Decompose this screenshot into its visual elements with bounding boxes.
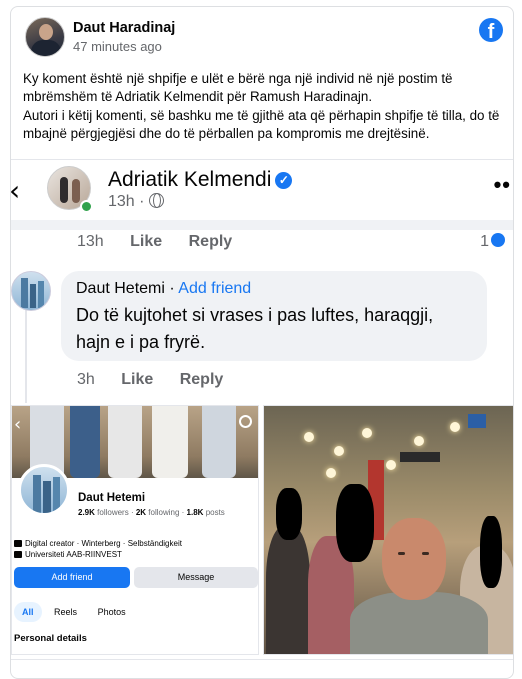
globe-icon bbox=[148, 193, 164, 208]
comment-time: 3h bbox=[77, 371, 95, 388]
reaction-count-text: 1 bbox=[480, 233, 489, 250]
reaction-count: 1 bbox=[480, 233, 505, 251]
commenter-avatar bbox=[11, 271, 51, 311]
profile-name: Daut Hetemi bbox=[78, 492, 146, 504]
add-friend-label: Add friend bbox=[51, 572, 93, 582]
following-label: following bbox=[148, 508, 180, 517]
like-reaction-icon bbox=[491, 233, 505, 247]
post-text-body: Ky koment është një shpifje e ulët e bër… bbox=[23, 71, 500, 142]
embedded-comment-screenshot: ‹ Adriatik Kelmendi ✓ 13h · •• 13h Like R… bbox=[10, 159, 513, 404]
profile-info-text-1: Digital creator · Winterberg · Selbständ… bbox=[25, 539, 182, 548]
like-button: Like bbox=[121, 371, 154, 388]
profile-screenshot: ‹ Daut Hetemi 2.9K followers · 2K follow… bbox=[11, 405, 259, 655]
comment-text: Do të kujtohet si vrases i pas luftes, h… bbox=[76, 305, 434, 352]
commenter-name: Daut Hetemi bbox=[76, 280, 165, 297]
profile-info-text-2: Universiteti AAB-RIINVEST bbox=[25, 550, 122, 559]
posts-label: posts bbox=[205, 508, 225, 517]
followers-count: 2.9K bbox=[78, 508, 95, 517]
page-name: Adriatik Kelmendi ✓ bbox=[108, 168, 293, 192]
meta-separator: · bbox=[139, 193, 145, 210]
post-timestamp[interactable]: 47 minutes ago bbox=[73, 39, 162, 54]
verified-badge-icon: ✓ bbox=[275, 172, 293, 189]
profile-avatar bbox=[18, 464, 70, 516]
add-friend-button: Add friend bbox=[14, 567, 130, 588]
facebook-logo-icon: f bbox=[479, 18, 503, 42]
graduation-cap-icon bbox=[14, 551, 22, 558]
like-button: Like bbox=[130, 233, 163, 250]
profile-info-line-2: Universiteti AAB-RIINVEST bbox=[14, 550, 122, 559]
tab-photos: Photos bbox=[97, 607, 126, 617]
comment-actions-bottom: 3h Like Reply bbox=[77, 371, 245, 389]
back-chevron-icon: ‹ bbox=[14, 414, 22, 435]
post-author-name[interactable]: Daut Haradinaj bbox=[73, 20, 175, 36]
divider bbox=[11, 659, 513, 660]
message-label: Message bbox=[177, 572, 215, 582]
search-icon bbox=[239, 415, 252, 428]
page-meta-time: 13h bbox=[108, 193, 135, 210]
reply-button: Reply bbox=[188, 233, 233, 250]
message-button: Message bbox=[134, 567, 258, 588]
followers-label: followers bbox=[97, 508, 129, 517]
tab-all: All bbox=[14, 602, 42, 622]
page-meta: 13h · bbox=[108, 193, 164, 211]
comment-separator: · bbox=[169, 280, 175, 297]
add-friend-link: Add friend bbox=[178, 280, 252, 297]
tab-reels: Reels bbox=[54, 607, 78, 617]
facebook-post-card: Daut Haradinaj 47 minutes ago f Ky komen… bbox=[10, 6, 514, 679]
page-avatar bbox=[47, 166, 93, 213]
thread-line bbox=[25, 303, 27, 403]
comment-bubble: Daut Hetemi · Add friend Do të kujtohet … bbox=[61, 271, 487, 361]
comment-header: Daut Hetemi · Add friend bbox=[76, 280, 472, 298]
page-name-text: Adriatik Kelmendi bbox=[108, 168, 272, 191]
divider bbox=[11, 220, 513, 230]
post-text: Ky koment është një shpifje e ulët e bër… bbox=[23, 70, 505, 144]
selfie-photo[interactable] bbox=[263, 405, 513, 655]
back-chevron-icon: ‹ bbox=[10, 174, 21, 207]
comment-actions-top: 13h Like Reply bbox=[77, 233, 254, 251]
profile-tabs: All Reels Photos bbox=[14, 602, 136, 622]
comment-time: 13h bbox=[77, 233, 104, 250]
personal-details-heading: Personal details bbox=[14, 633, 87, 644]
profile-stats: 2.9K followers · 2K following · 1.8K pos… bbox=[78, 508, 225, 517]
more-options-icon: •• bbox=[493, 172, 511, 197]
profile-info-line-1: Digital creator · Winterberg · Selbständ… bbox=[14, 539, 182, 548]
briefcase-icon bbox=[14, 540, 22, 547]
posts-count: 1.8K bbox=[186, 508, 204, 517]
following-count: 2K bbox=[135, 508, 147, 517]
online-status-icon bbox=[80, 200, 93, 213]
author-avatar[interactable] bbox=[25, 17, 65, 57]
reply-button: Reply bbox=[179, 371, 224, 388]
